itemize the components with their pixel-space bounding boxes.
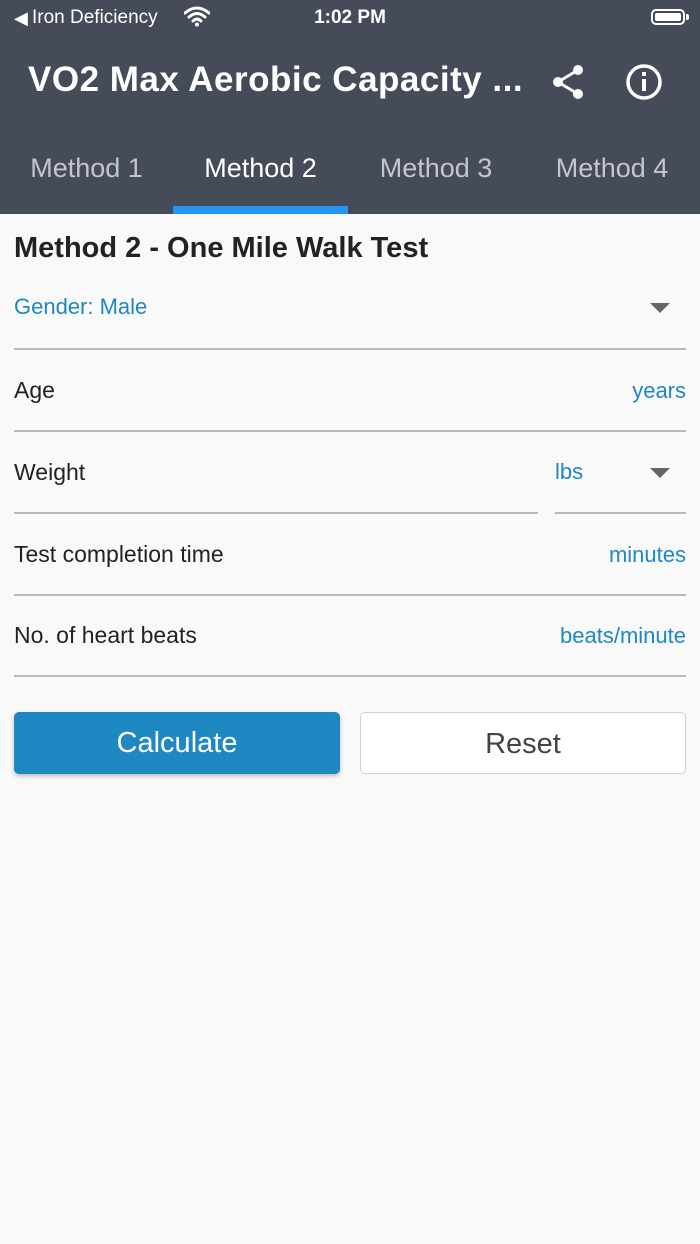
completion-time-label: Test completion time <box>14 541 224 567</box>
tab-method-4[interactable]: Method 4 <box>524 130 700 214</box>
completion-time-divider <box>14 594 686 596</box>
weight-unit-dropdown[interactable]: lbs <box>555 442 686 512</box>
heart-beats-field[interactable]: No. of heart beats beats/minute <box>0 605 700 675</box>
weight-label: Weight <box>14 459 86 485</box>
page-title: VO2 Max Aerobic Capacity ... <box>28 60 524 99</box>
weight-field[interactable]: Weight <box>0 442 540 512</box>
weight-divider <box>14 512 538 514</box>
heart-beats-label: No. of heart beats <box>14 622 197 648</box>
completion-time-field[interactable]: Test completion time minutes <box>0 524 700 594</box>
method-tabs: Method 1 Method 2 Method 3 Method 4 <box>0 130 700 214</box>
share-icon[interactable] <box>548 62 588 102</box>
weight-unit: lbs <box>555 459 584 484</box>
tab-method-1[interactable]: Method 1 <box>0 130 173 214</box>
calculate-button[interactable]: Calculate <box>14 712 340 774</box>
status-bar: ◀ Iron Deficiency 1:02 PM <box>0 0 700 36</box>
age-divider <box>14 430 686 432</box>
battery-tip <box>686 14 689 20</box>
tab-method-2[interactable]: Method 2 <box>173 130 348 214</box>
app-bar: ◀ Iron Deficiency 1:02 PM VO2 Max Aerobi… <box>0 0 700 214</box>
chevron-down-icon <box>650 303 670 313</box>
active-tab-indicator <box>173 206 348 214</box>
weight-unit-divider <box>555 512 686 514</box>
status-time: 1:02 PM <box>314 7 386 28</box>
chevron-down-icon <box>650 468 670 478</box>
tab-method-3[interactable]: Method 3 <box>348 130 524 214</box>
section-title: Method 2 - One Mile Walk Test <box>14 232 429 264</box>
age-unit: years <box>632 378 686 403</box>
info-icon[interactable] <box>624 62 664 102</box>
heart-beats-divider <box>14 675 686 677</box>
gender-value: Gender: Male <box>14 294 148 319</box>
reset-button[interactable]: Reset <box>360 712 686 774</box>
age-label: Age <box>14 377 55 403</box>
gender-divider <box>14 348 686 350</box>
battery-icon <box>651 9 685 25</box>
gender-dropdown[interactable]: Gender: Male <box>14 290 686 350</box>
completion-time-unit: minutes <box>608 542 686 567</box>
age-field[interactable]: Age years <box>0 360 700 430</box>
heart-beats-unit: beats/minute <box>560 623 686 648</box>
